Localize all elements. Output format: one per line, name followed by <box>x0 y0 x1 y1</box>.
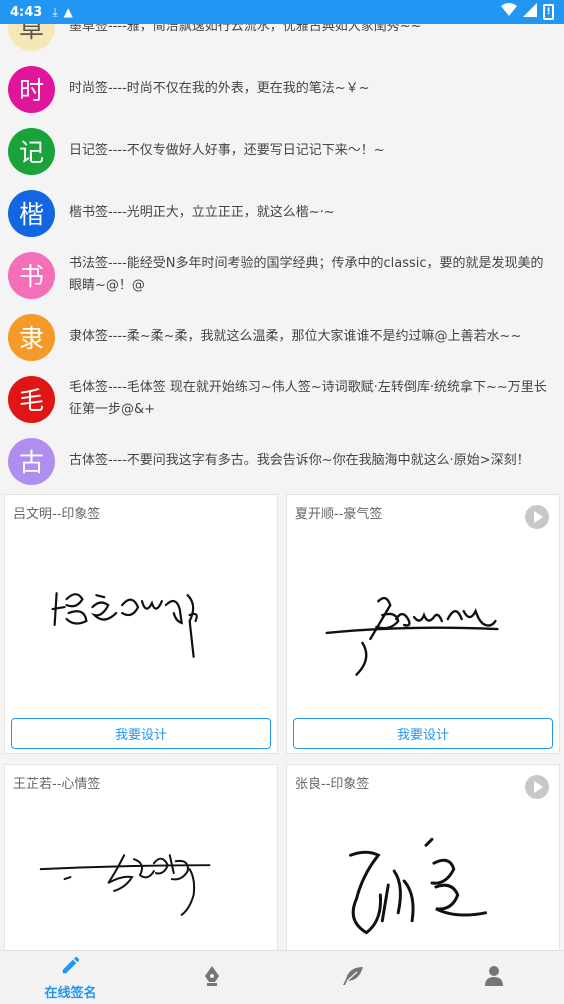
signature-card[interactable]: 夏开顺--豪气签 我要设计 <box>286 494 560 754</box>
category-icon: 书 <box>8 251 55 299</box>
category-text: 时尚签----时尚不仅在我的外表，更在我的笔法~￥~ <box>69 81 370 96</box>
signature-image <box>39 854 211 916</box>
nav-online-signature[interactable]: 在线签名 <box>0 951 141 1004</box>
status-time: 4:43 <box>10 4 43 20</box>
card-title: 夏开顺--豪气签 <box>295 507 383 522</box>
play-icon[interactable] <box>525 505 549 529</box>
signal-icon <box>523 3 537 21</box>
design-button[interactable]: 我要设计 <box>11 718 271 749</box>
signature-card[interactable]: 吕文明--印象签 我要设计 <box>4 494 278 754</box>
card-title: 张良--印象签 <box>295 777 370 792</box>
category-item[interactable]: 书 书法签----能经受N多年时间考验的国学经典；传承中的classic，要的就… <box>0 244 564 306</box>
category-item[interactable]: 隶 隶体签----柔~柔~柔，我就这么温柔，那位大家谁谁不是约过嘛@上善若水~~ <box>0 306 564 368</box>
signature-card[interactable]: 王芷若--心情签 <box>4 764 278 950</box>
category-icon: 毛 <box>8 375 55 423</box>
signature-card[interactable]: 张良--印象签 <box>286 764 560 950</box>
card-title: 王芷若--心情签 <box>13 777 101 792</box>
battery-icon: ! <box>543 4 554 20</box>
notification-a-icon: ▲ <box>63 5 73 19</box>
category-item[interactable]: 记 日记签----不仅专做好人好事，还要写日记记下来～！~ <box>0 120 564 182</box>
category-icon: 草 <box>8 24 55 51</box>
nav-tab-2[interactable] <box>141 951 282 1004</box>
pen-icon <box>60 954 82 980</box>
feather-icon <box>341 965 365 991</box>
play-icon[interactable] <box>525 775 549 799</box>
content-area[interactable]: 草 墨草签----雅，简洁飘逸如行云流水，优雅古典如大家闺秀~~ 时 时尚签--… <box>0 24 564 950</box>
signature-image <box>349 837 488 935</box>
category-icon: 时 <box>8 65 55 113</box>
status-bar: 4:43 ⤓ ▲ ! <box>0 0 564 24</box>
category-item[interactable]: 楷 楷书签----光明正大，立立正正，就这么楷~·~ <box>0 182 564 244</box>
download-icon: ⤓ <box>52 4 58 19</box>
category-icon: 楷 <box>8 189 55 237</box>
signature-image <box>51 592 198 658</box>
card-title: 吕文明--印象签 <box>13 507 101 522</box>
category-item[interactable]: 毛 毛体签----毛体签 现在就开始练习~伟人签~诗词歌赋·左转倒库·统统拿下~… <box>0 368 564 430</box>
category-icon: 古 <box>8 437 55 485</box>
category-icon: 隶 <box>8 313 55 361</box>
category-text: 墨草签----雅，简洁飘逸如行云流水，优雅古典如大家闺秀~~ <box>69 24 422 34</box>
category-item[interactable]: 时 时尚签----时尚不仅在我的外表，更在我的笔法~￥~ <box>0 58 564 120</box>
person-icon <box>484 965 504 991</box>
category-text: 隶体签----柔~柔~柔，我就这么温柔，那位大家谁谁不是约过嘛@上善若水~~ <box>69 329 522 344</box>
signature-image <box>325 596 499 676</box>
category-item[interactable]: 古 古体签----不要问我这字有多古。我会告诉你~你在我脑海中就这么·原始>深刻… <box>0 430 564 492</box>
category-text: 毛体签----毛体签 现在就开始练习~伟人签~诗词歌赋·左转倒库·统统拿下~~万… <box>69 380 547 417</box>
category-text: 书法签----能经受N多年时间考验的国学经典；传承中的classic，要的就是发… <box>69 256 544 293</box>
bottom-nav: 在线签名 <box>0 950 564 1004</box>
category-item[interactable]: 草 墨草签----雅，简洁飘逸如行云流水，优雅古典如大家闺秀~~ <box>0 24 564 58</box>
category-text: 楷书签----光明正大，立立正正，就这么楷~·~ <box>69 205 335 220</box>
category-text: 日记签----不仅专做好人好事，还要写日记记下来～！~ <box>69 143 385 158</box>
fountain-pen-icon <box>202 965 222 991</box>
category-text: 古体签----不要问我这字有多古。我会告诉你~你在我脑海中就这么·原始>深刻！ <box>69 453 530 468</box>
category-list: 草 墨草签----雅，简洁飘逸如行云流水，优雅古典如大家闺秀~~ 时 时尚签--… <box>0 24 564 492</box>
design-button[interactable]: 我要设计 <box>293 718 553 749</box>
wifi-icon <box>501 3 517 21</box>
nav-label: 在线签名 <box>44 986 97 1001</box>
category-icon: 记 <box>8 127 55 175</box>
nav-tab-4[interactable] <box>423 951 564 1004</box>
nav-tab-3[interactable] <box>282 951 423 1004</box>
